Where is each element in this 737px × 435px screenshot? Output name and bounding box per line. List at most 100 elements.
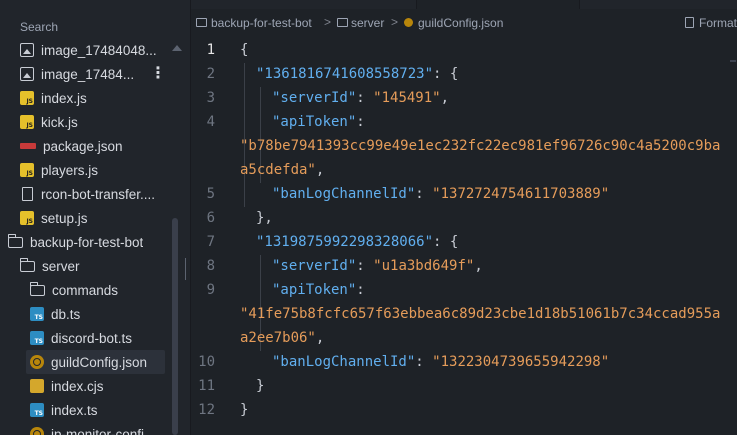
tree-item-label: image_17484048... xyxy=(41,42,157,58)
tree-item[interactable]: image_17484... xyxy=(0,62,175,86)
json-key: "1319875992298328066" xyxy=(256,234,434,250)
search-label[interactable]: Search xyxy=(20,20,58,34)
line-number: 10 xyxy=(198,354,215,370)
code-line: "1319875992298328066": { xyxy=(256,234,458,250)
tree-item-label: kick.js xyxy=(41,114,78,130)
punctuation: : { xyxy=(433,234,459,250)
punctuation: , xyxy=(474,258,483,274)
sidebar-resize-handle[interactable] xyxy=(185,258,186,280)
editor-scrollbar[interactable] xyxy=(728,40,737,435)
tree-item-label: guildConfig.json xyxy=(51,354,148,370)
punctuation: , xyxy=(315,162,325,178)
json-config-icon xyxy=(30,355,44,369)
folder-icon xyxy=(29,281,45,296)
line-number: 6 xyxy=(206,210,215,226)
folder-icon xyxy=(337,18,348,27)
punctuation: } xyxy=(256,378,265,394)
code-line: "serverId": "u1a3bd649f", xyxy=(272,258,483,274)
more-actions-icon[interactable]: ⋮ xyxy=(150,65,166,81)
punctuation: : xyxy=(356,114,365,130)
scrollbar-cursor-marker xyxy=(730,60,736,62)
tree-item[interactable]: server xyxy=(0,254,175,278)
ts-file-icon xyxy=(30,307,44,321)
line-number: 9 xyxy=(206,282,215,298)
json-string: "145491" xyxy=(373,90,441,106)
line-number: 5 xyxy=(206,186,215,202)
tree-item-label: image_17484... xyxy=(41,66,135,82)
code-line: } xyxy=(256,378,264,394)
tree-item[interactable]: setup.js xyxy=(0,206,175,230)
code-line: a2ee7b06", xyxy=(240,330,324,346)
code-line: }, xyxy=(256,210,273,226)
json-string: a2ee7b06" xyxy=(240,330,316,346)
line-number: 1 xyxy=(206,42,215,58)
json-key: "serverId" xyxy=(272,258,357,274)
json-string: "1372724754611703889" xyxy=(432,186,610,202)
line-number: 8 xyxy=(206,258,215,274)
tab-active[interactable] xyxy=(416,0,580,9)
code-line: { xyxy=(240,42,248,58)
code-line: "banLogChannelId": "1322304739655942298" xyxy=(272,354,609,370)
js-file-icon xyxy=(20,211,34,225)
tree-item-label: index.cjs xyxy=(51,378,104,394)
tree-item-label: package.json xyxy=(43,138,123,154)
tree-item[interactable]: db.ts xyxy=(0,302,175,326)
json-string: "41fe75b8fcfc657f63ebbea6c89d23cbe1d18b5… xyxy=(240,306,721,322)
punctuation: : xyxy=(415,354,433,370)
tree-item-label: players.js xyxy=(41,162,99,178)
punctuation: }, xyxy=(256,210,273,226)
chevron-right-icon: > xyxy=(324,15,332,29)
tree-item-label: ip-monitor-confi... xyxy=(51,426,156,435)
breadcrumb-folder[interactable]: server xyxy=(351,16,384,30)
tree-item[interactable]: backup-for-test-bot xyxy=(0,230,175,254)
code-line: "41fe75b8fcfc657f63ebbea6c89d23cbe1d18b5… xyxy=(240,306,720,322)
breadcrumb-root[interactable]: backup-for-test-bot xyxy=(211,16,312,30)
line-number: 7 xyxy=(206,234,215,250)
npm-icon xyxy=(20,143,36,149)
image-icon xyxy=(20,43,34,57)
code-line: "apiToken": xyxy=(272,114,365,130)
tree-item[interactable]: ip-monitor-confi... xyxy=(0,422,175,435)
tree-item[interactable]: index.js xyxy=(0,86,175,110)
json-string: "b78be7941393cc99e49e1ec232fc22ec981ef96… xyxy=(240,138,721,154)
tree-item[interactable]: image_17484048... xyxy=(0,38,175,62)
tree-item[interactable]: rcon-bot-transfer.... xyxy=(0,182,175,206)
line-number: 12 xyxy=(198,402,215,418)
json-config-icon xyxy=(30,427,44,435)
code-editor[interactable]: 1 {2 "1361816741608558723" : { 3 "serverId": … xyxy=(191,40,737,435)
punctuation: : xyxy=(415,186,433,202)
tree-item-label: server xyxy=(42,258,80,274)
tree-item[interactable]: package.json xyxy=(0,134,175,158)
breadcrumb-file[interactable]: guildConfig.json xyxy=(418,16,503,30)
punctuation: : xyxy=(356,282,365,298)
sidebar-scrollbar-thumb[interactable] xyxy=(172,218,178,435)
punctuation: : xyxy=(356,258,374,274)
ts-file-icon xyxy=(30,403,44,417)
tree-item[interactable]: players.js xyxy=(0,158,175,182)
code-line: "serverId": "145491", xyxy=(272,90,449,106)
tree-item-label: rcon-bot-transfer.... xyxy=(41,186,156,202)
tree-item[interactable]: index.cjs xyxy=(0,374,175,398)
line-number: 3 xyxy=(206,90,215,106)
code-line: "b78be7941393cc99e49e1ec232fc22ec981ef96… xyxy=(240,138,720,154)
breadcrumb: backup-for-test-bot > server > guildConf… xyxy=(191,10,737,36)
tree-item[interactable]: commands xyxy=(0,278,175,302)
tree-item[interactable]: discord-bot.ts xyxy=(0,326,175,350)
chevron-right-icon: > xyxy=(391,15,399,29)
json-key: "apiToken" xyxy=(272,282,357,298)
json-key: "banLogChannelId" xyxy=(272,186,416,202)
folder-open-icon xyxy=(7,233,23,248)
tree-item[interactable]: guildConfig.json xyxy=(26,350,165,374)
line-number: 2 xyxy=(206,66,215,82)
folder-icon xyxy=(196,18,207,27)
indent-guide xyxy=(244,63,245,207)
tree-item[interactable]: kick.js xyxy=(0,110,175,134)
js-file-icon xyxy=(20,91,34,105)
json-key: "1361816741608558723" xyxy=(256,66,434,82)
line-number: 4 xyxy=(206,114,215,130)
json-key: "serverId" xyxy=(272,90,357,106)
format-button[interactable]: Format xyxy=(699,16,737,30)
tree-item[interactable]: index.ts xyxy=(0,398,175,422)
punctuation: : xyxy=(356,90,374,106)
tree-item-label: index.js xyxy=(41,90,87,106)
